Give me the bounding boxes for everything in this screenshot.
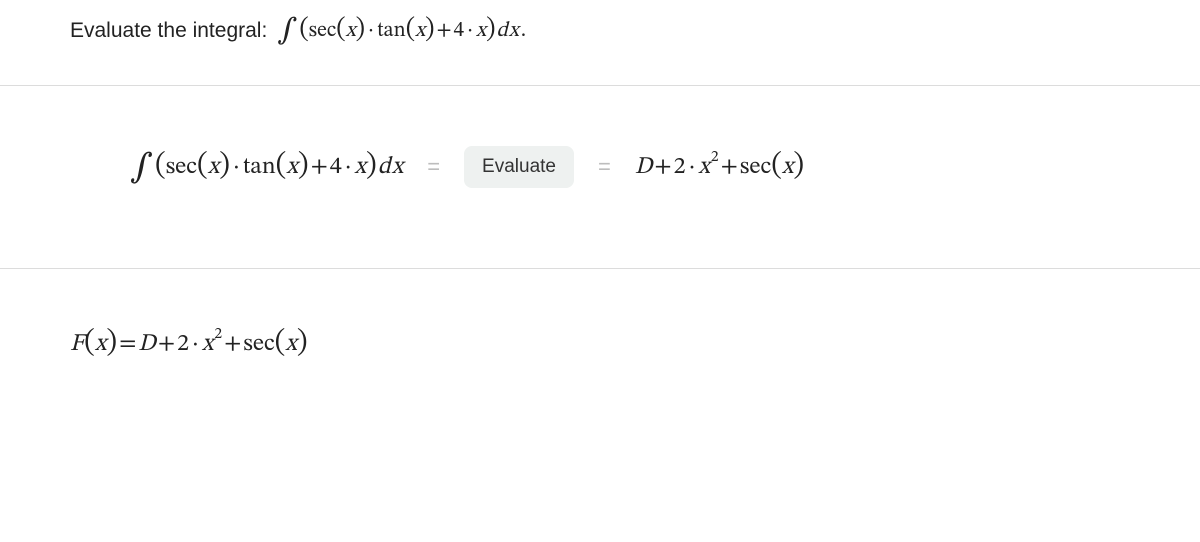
open-paren-inner: ( — [336, 17, 345, 43]
multiply-dot-lhs: · — [233, 152, 240, 182]
coefficient-2-F: 2 — [177, 329, 189, 359]
problem-integral-expression: ∫ ( sec ( x ) · tan ( x ) + 4 · x ) — [277, 16, 528, 45]
open-paren-lhs-tan: ( — [276, 151, 287, 181]
problem-intro-text: Evaluate the integral: — [70, 19, 267, 43]
open-paren-lhs-sec: ( — [197, 151, 208, 181]
rhs-result-expression: D + 2 · x2 + sec ( x ) — [635, 152, 804, 182]
close-paren-lhs-sec: ) — [219, 151, 230, 181]
problem-statement: Evaluate the integral: ∫ ( sec ( x ) · t… — [70, 16, 1200, 45]
equals-F: = — [119, 329, 136, 359]
problem-statement-row: Evaluate the integral: ∫ ( sec ( x ) · t… — [0, 0, 1200, 86]
differential-dx: dx — [495, 18, 518, 44]
plus-rhs-1: + — [654, 152, 671, 182]
close-paren-F: ) — [106, 328, 117, 358]
constant-D-F: D — [138, 329, 156, 359]
sec-fn-lhs: sec — [166, 152, 197, 182]
sec-fn: sec — [309, 18, 336, 44]
open-paren-tan: ( — [406, 17, 415, 43]
differential-dx-lhs: dx — [377, 152, 403, 182]
page: Evaluate the integral: ∫ ( sec ( x ) · t… — [0, 0, 1200, 399]
plus-F-1: + — [158, 329, 175, 359]
open-paren-F: ( — [84, 328, 95, 358]
multiply-dot-rhs: · — [689, 152, 696, 182]
integral-sign: ∫ — [277, 16, 297, 45]
plus-sign-lhs: + — [311, 152, 328, 182]
coefficient-4-lhs: 4 — [330, 152, 342, 182]
close-paren-inner: ) — [356, 17, 365, 43]
variable-x-lhs-sec: x — [208, 152, 220, 182]
multiply-dot-F: · — [192, 329, 199, 359]
plus-rhs-2: + — [721, 152, 738, 182]
tan-fn: tan — [377, 18, 406, 44]
variable-x-F: x — [95, 329, 107, 359]
variable-x-rhs-sec: x — [782, 152, 794, 182]
close-paren-rhs: ) — [793, 151, 804, 181]
close-paren: ) — [486, 17, 495, 43]
plus-F-2: + — [224, 329, 241, 359]
equals-right: = — [598, 154, 611, 180]
variable-x-F-sec: x — [285, 329, 297, 359]
exponent-2-rhs: 2 — [711, 147, 719, 167]
tan-fn-lhs: tan — [243, 152, 276, 182]
variable-x-F-sq: x — [202, 329, 214, 359]
sec-fn-rhs: sec — [740, 152, 771, 182]
open-paren-F-sec: ( — [275, 328, 286, 358]
variable-x-lhs-tan: x — [286, 152, 298, 182]
differential-x: x — [509, 20, 519, 41]
integral-sign-lhs: ∫ — [130, 151, 153, 185]
variable-x: x — [346, 18, 356, 44]
open-paren: ( — [299, 17, 308, 43]
open-paren-lhs: ( — [155, 151, 166, 181]
equals-left: = — [427, 154, 440, 180]
variable-x-linear: x — [476, 18, 486, 44]
variable-x-lhs-linear: x — [355, 152, 367, 182]
coefficient-2-rhs: 2 — [674, 152, 686, 182]
differential-d-lhs: d — [378, 155, 391, 179]
statement-period: . — [521, 18, 526, 44]
multiply-dot: · — [368, 18, 374, 44]
plus-sign: + — [437, 18, 452, 44]
lhs-integral-expression: ∫ ( sec ( x ) · tan ( x ) + 4 · x ) dx — [130, 151, 403, 185]
evaluate-button[interactable]: Evaluate — [464, 146, 574, 188]
constant-D: D — [635, 152, 653, 182]
open-paren-rhs: ( — [771, 151, 782, 181]
variable-x-rhs: x — [698, 152, 710, 182]
close-paren-F-sec: ) — [297, 328, 308, 358]
problem-card: Evaluate the integral: ∫ ( sec ( x ) · t… — [0, 0, 1200, 269]
differential-x-lhs: x — [392, 155, 404, 179]
antiderivative-expression: F ( x ) = D + 2 · x2 + sec ( x ) — [70, 329, 308, 359]
close-paren-tan: ) — [425, 17, 434, 43]
variable-x-tan: x — [415, 18, 425, 44]
multiply-dot-2: · — [467, 18, 473, 44]
evaluation-row: ∫ ( sec ( x ) · tan ( x ) + 4 · x ) dx — [0, 86, 1200, 268]
differential-d: d — [496, 20, 507, 41]
antiderivative-card: F ( x ) = D + 2 · x2 + sec ( x ) — [0, 269, 1200, 399]
multiply-dot-lhs-2: · — [345, 152, 352, 182]
function-F: F — [70, 329, 84, 359]
coefficient-4: 4 — [454, 18, 464, 44]
sec-fn-F: sec — [243, 329, 274, 359]
close-paren-lhs: ) — [366, 151, 377, 181]
close-paren-lhs-tan: ) — [298, 151, 309, 181]
exponent-2-F: 2 — [214, 324, 222, 344]
